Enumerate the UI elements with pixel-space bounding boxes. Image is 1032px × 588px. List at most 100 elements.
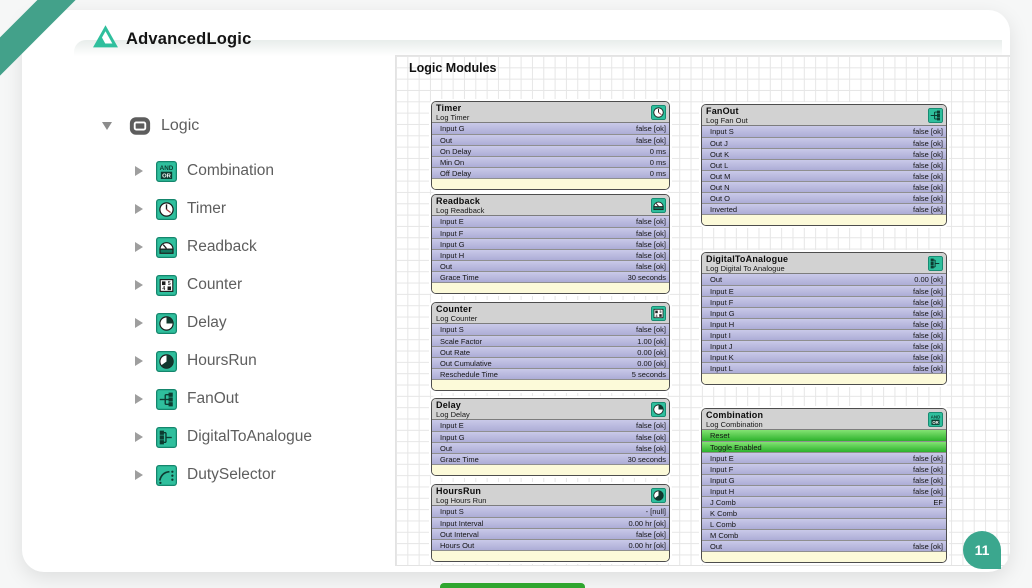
block-row-reschedule-time[interactable]: Reschedule Time 5 seconds: [432, 368, 669, 379]
block-row-off-delay[interactable]: Off Delay 0 ms: [432, 167, 669, 178]
row-label: Input I: [710, 330, 731, 340]
module-block-counter[interactable]: Counter Log Counter 5 4 Input Sfalse [ok] Sca…: [431, 302, 670, 391]
row-label: Input G: [710, 308, 735, 318]
block-header[interactable]: FanOut Log Fan Out: [702, 105, 946, 126]
block-row-k-comb[interactable]: K Comb: [702, 507, 946, 518]
block-header[interactable]: Timer Log Timer: [432, 102, 669, 123]
block-row-out[interactable]: Out false [ok]: [432, 442, 669, 453]
timer-icon: [156, 198, 177, 220]
module-block-combination[interactable]: Combination Log Combination AND OR Reset Togg…: [701, 408, 947, 563]
expand-caret-icon[interactable]: [135, 280, 143, 290]
block-row-out[interactable]: Out false [ok]: [432, 260, 669, 271]
block-row-out-j[interactable]: Out J false [ok]: [702, 137, 946, 148]
tree-item-dutyselector[interactable]: DutySelector: [135, 456, 402, 494]
block-row-hours-out[interactable]: Hours Out 0.00 hr [ok]: [432, 539, 669, 550]
block-row-l-comb[interactable]: L Comb: [702, 518, 946, 529]
expand-caret-icon[interactable]: [135, 204, 143, 214]
block-row-grace-time[interactable]: Grace Time 30 seconds: [432, 453, 669, 464]
block-row-out-rate[interactable]: Out Rate 0.00 [ok]: [432, 346, 669, 357]
block-row-input-e[interactable]: Input E false [ok]: [432, 420, 669, 431]
block-row-j-comb[interactable]: J Comb EF: [702, 496, 946, 507]
block-row-input-f[interactable]: Input F false [ok]: [432, 227, 669, 238]
block-header[interactable]: Combination Log Combination AND OR: [702, 409, 946, 430]
tree-item-fanout[interactable]: FanOut: [135, 380, 402, 418]
block-row-toggle-enabled[interactable]: Toggle Enabled: [702, 441, 946, 452]
tree-item-combination[interactable]: AND OR Combination: [135, 152, 402, 190]
module-block-readback[interactable]: Readback Log Readback Input Efalse [ok] Inp…: [431, 194, 670, 294]
block-row-input-j[interactable]: Input J false [ok]: [702, 340, 946, 351]
block-row-input-g[interactable]: Input G false [ok]: [702, 474, 946, 485]
block-row-min-on[interactable]: Min On 0 ms: [432, 156, 669, 167]
block-row-input-f[interactable]: Input F false [ok]: [702, 296, 946, 307]
block-row-input-h[interactable]: Input H false [ok]: [702, 318, 946, 329]
block-row-out-n[interactable]: Out N false [ok]: [702, 181, 946, 192]
block-row-scale-factor[interactable]: Scale Factor 1.00 [ok]: [432, 335, 669, 346]
block-row-input-h[interactable]: Input H false [ok]: [432, 249, 669, 260]
block-row-out-o[interactable]: Out O false [ok]: [702, 192, 946, 203]
block-row-input-s[interactable]: Input S - [null]: [432, 506, 669, 517]
tree-item-logic[interactable]: Logic: [102, 113, 402, 139]
block-row-inverted[interactable]: Inverted false [ok]: [702, 203, 946, 214]
expand-caret-icon[interactable]: [135, 470, 143, 480]
module-block-hoursrun[interactable]: HoursRun Log Hours Run Input S- [null] Inpu…: [431, 484, 670, 562]
block-header[interactable]: Counter Log Counter 5 4: [432, 303, 669, 324]
block-header[interactable]: Readback Log Readback: [432, 195, 669, 216]
block-row-out-cumulative[interactable]: Out Cumulative 0.00 [ok]: [432, 357, 669, 368]
module-block-delay[interactable]: Delay Log Delay Input Efalse [ok] Input Gfa…: [431, 398, 670, 476]
module-block-timer[interactable]: Timer Log Timer Input Gfalse [ok] Out false …: [431, 101, 670, 190]
block-row-input-g[interactable]: Input G false [ok]: [432, 123, 669, 134]
block-subtitle: Log Fan Out: [706, 116, 748, 125]
block-row-input-k[interactable]: Input K false [ok]: [702, 351, 946, 362]
block-row-m-comb[interactable]: M Comb: [702, 529, 946, 540]
block-row-input-interval[interactable]: Input Interval 0.00 hr [ok]: [432, 517, 669, 528]
block-header[interactable]: Delay Log Delay: [432, 399, 669, 420]
tree-item-delay[interactable]: Delay: [135, 304, 402, 342]
expand-caret-icon[interactable]: [135, 318, 143, 328]
block-row-out[interactable]: Out 0.00 [ok]: [702, 274, 946, 285]
block-row-input-g[interactable]: Input G false [ok]: [432, 431, 669, 442]
block-row-on-delay[interactable]: On Delay 0 ms: [432, 145, 669, 156]
collapse-caret-icon[interactable]: [102, 122, 112, 130]
block-title: DigitalToAnalogue: [706, 254, 789, 264]
block-row-out-interval[interactable]: Out Interval false [ok]: [432, 528, 669, 539]
block-row-input-s[interactable]: Input S false [ok]: [702, 126, 946, 137]
row-label: Out N: [710, 182, 730, 192]
block-row-input-g[interactable]: Input G false [ok]: [432, 238, 669, 249]
expand-caret-icon[interactable]: [135, 242, 143, 252]
tree-item-readback[interactable]: Readback: [135, 228, 402, 266]
tree-item-digitaltoanalogue[interactable]: DigitalToAnalogue: [135, 418, 402, 456]
expand-caret-icon[interactable]: [135, 394, 143, 404]
expand-caret-icon[interactable]: [135, 356, 143, 366]
block-row-out[interactable]: Out false [ok]: [432, 134, 669, 145]
block-title: HoursRun: [436, 486, 482, 496]
block-row-input-e[interactable]: Input E false [ok]: [702, 452, 946, 463]
expand-caret-icon[interactable]: [135, 432, 143, 442]
block-row-input-l[interactable]: Input L false [ok]: [702, 362, 946, 373]
block-row-input-e[interactable]: Input E false [ok]: [432, 216, 669, 227]
block-row-reset[interactable]: Reset: [702, 430, 946, 441]
block-row-input-g[interactable]: Input G false [ok]: [702, 307, 946, 318]
block-row-input-e[interactable]: Input E false [ok]: [702, 285, 946, 296]
module-block-fanout[interactable]: FanOut Log Fan Out Input Sfalse [ok] Out Jf…: [701, 104, 947, 226]
block-row-input-s[interactable]: Input S false [ok]: [432, 324, 669, 335]
tree-item-counter[interactable]: 5 4 Counter: [135, 266, 402, 304]
block-row-out-l[interactable]: Out L false [ok]: [702, 159, 946, 170]
block-row-out-k[interactable]: Out K false [ok]: [702, 148, 946, 159]
block-row-input-f[interactable]: Input F false [ok]: [702, 463, 946, 474]
tree-item-hoursrun[interactable]: HoursRun: [135, 342, 402, 380]
row-label: Input S: [440, 507, 464, 516]
block-row-grace-time[interactable]: Grace Time 30 seconds: [432, 271, 669, 282]
module-block-digitaltoanalogue[interactable]: DigitalToAnalogue Log Digital To Analogue…: [701, 252, 947, 385]
block-row-input-i[interactable]: Input I false [ok]: [702, 329, 946, 340]
block-header[interactable]: DigitalToAnalogue Log Digital To Analogue: [702, 253, 946, 274]
block-header[interactable]: HoursRun Log Hours Run: [432, 485, 669, 506]
row-value: 0 ms: [649, 157, 666, 167]
block-footer: [702, 373, 946, 384]
tree-item-timer[interactable]: Timer: [135, 190, 402, 228]
tree-item-label: FanOut: [187, 390, 239, 407]
block-row-input-h[interactable]: Input H false [ok]: [702, 485, 946, 496]
block-row-out[interactable]: Out false [ok]: [702, 540, 946, 551]
tree-item-label: Combination: [187, 162, 275, 179]
expand-caret-icon[interactable]: [135, 166, 143, 176]
block-row-out-m[interactable]: Out M false [ok]: [702, 170, 946, 181]
